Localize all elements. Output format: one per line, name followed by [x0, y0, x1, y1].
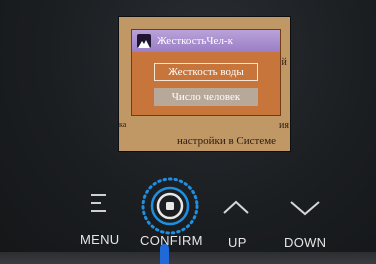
option-number-of-people[interactable]: Число человек: [154, 88, 258, 106]
panel-bottom-edge: [0, 252, 376, 264]
dialog-header: ЖесткостьЧел-к: [132, 30, 280, 52]
background-text: ка: [119, 120, 127, 129]
confirm-button[interactable]: [140, 176, 200, 236]
option-water-hardness[interactable]: Жесткость воды: [154, 63, 258, 81]
mountain-icon: [137, 34, 151, 48]
lcd-screen: ей ка ия настройки в Системе ЖесткостьЧе…: [118, 16, 291, 152]
confirm-button-label[interactable]: CONFIRM: [140, 233, 203, 248]
menu-icon[interactable]: [90, 193, 108, 219]
chevron-down-icon[interactable]: [289, 199, 321, 217]
menu-button-label[interactable]: MENU: [80, 232, 119, 247]
dialog-title: ЖесткостьЧел-к: [157, 35, 233, 47]
down-button-label[interactable]: DOWN: [284, 235, 326, 250]
background-footer-text: настройки в Системе: [177, 135, 277, 147]
up-button-label[interactable]: UP: [228, 235, 247, 250]
background-text: ия: [279, 120, 289, 131]
pointer-cursor: [160, 244, 169, 264]
chevron-up-icon[interactable]: [222, 199, 250, 215]
selection-dialog: ЖесткостьЧел-к Жесткость воды Число чело…: [131, 29, 281, 116]
